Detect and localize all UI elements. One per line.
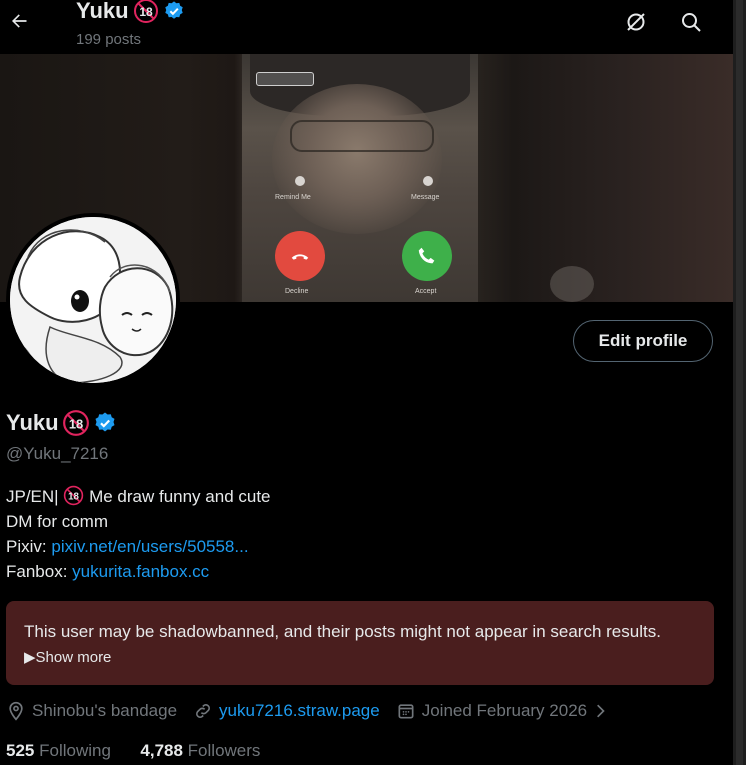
banner-status-pill (256, 72, 314, 86)
warning-text: This user may be shadowbanned, and their… (24, 622, 661, 641)
banner-blur (550, 266, 594, 302)
banner-face (272, 84, 442, 234)
verified-icon[interactable] (93, 411, 117, 435)
followers-count: 4,788 (140, 741, 183, 760)
svg-text:18: 18 (139, 5, 153, 19)
joined-text: Joined February 2026 (421, 701, 588, 720)
fanbox-link[interactable]: yukurita.fanbox.cc (72, 562, 209, 581)
top-bar: Yuku 18 199 posts (0, 0, 733, 54)
bio-line-1: JP/EN| 18 Me draw funny and cute (6, 484, 271, 509)
scrollbar-thumb[interactable] (736, 0, 743, 765)
calendar-icon (398, 704, 414, 719)
pixiv-label: Pixiv: (6, 537, 47, 556)
header-title: Yuku 18 (76, 0, 185, 24)
display-name: Yuku (6, 410, 59, 435)
svg-text:18: 18 (68, 492, 79, 503)
banner-accept-label: Accept (415, 288, 437, 295)
following-label: Following (39, 741, 111, 760)
location-icon (9, 701, 23, 721)
verified-icon (164, 1, 183, 19)
followers-label: Followers (187, 741, 261, 760)
svg-text:18: 18 (68, 416, 82, 431)
location-text: Shinobu's bandage (32, 701, 178, 720)
followers-link[interactable]: 4,788 Followers (140, 741, 260, 760)
edit-profile-button[interactable]: Edit profile (573, 320, 713, 362)
following-link[interactable]: 525 Following (6, 741, 111, 760)
fanbox-label: Fanbox: (6, 562, 68, 581)
bio-prefix: JP/EN| (6, 487, 59, 506)
follow-stats: 525 Following 4,788 Followers (6, 741, 260, 761)
bio-line-2: DM for comm (6, 512, 108, 531)
back-button[interactable] (6, 6, 32, 36)
banner-remind-label: Remind Me (275, 194, 311, 201)
grok-icon (627, 13, 645, 31)
alarm-icon (295, 176, 305, 186)
adult-18-icon: 18 (63, 485, 84, 506)
following-count: 525 (6, 741, 35, 760)
adult-18-icon: 18 (133, 0, 158, 23)
banner-phone-screen: Remind Me Message Decline Accept (242, 54, 478, 302)
banner-glasses (290, 120, 434, 152)
location-item: Shinobu's bandage (6, 701, 177, 721)
back-arrow-icon (12, 14, 27, 28)
joined-item[interactable]: Joined February 2026 (396, 701, 609, 721)
profile-name-row: Yuku 18 (6, 409, 117, 437)
posts-count: 199 posts (76, 31, 142, 48)
banner-decline-label: Decline (285, 288, 309, 295)
profile-meta: Shinobu's bandage yuku7216.straw.page Jo… (6, 701, 625, 721)
bio-line-3: Pixiv: pixiv.net/en/users/50558... (6, 534, 271, 559)
chevron-right-icon (597, 704, 605, 718)
decline-call-icon (275, 231, 325, 281)
avatar-image (10, 217, 176, 383)
search-button[interactable] (677, 8, 705, 36)
grok-button[interactable] (622, 8, 650, 36)
adult-18-icon: 18 (62, 410, 89, 436)
bio-suffix: Me draw funny and cute (89, 487, 271, 506)
website-link[interactable]: yuku7216.straw.page (219, 701, 380, 721)
header-name: Yuku (76, 0, 129, 23)
accept-call-icon (402, 231, 452, 281)
search-icon (682, 13, 701, 32)
website-item: yuku7216.straw.page (193, 701, 380, 721)
shadowban-warning: This user may be shadowbanned, and their… (6, 601, 714, 685)
link-icon (196, 704, 210, 718)
profile-bio: JP/EN| 18 Me draw funny and cute DM for … (6, 484, 271, 584)
bio-line-4: Fanbox: yukurita.fanbox.cc (6, 559, 271, 584)
message-icon (423, 176, 433, 186)
pixiv-link[interactable]: pixiv.net/en/users/50558... (51, 537, 248, 556)
banner-message-label: Message (411, 194, 440, 201)
user-handle: @Yuku_7216 (6, 444, 109, 463)
profile-avatar[interactable] (6, 213, 180, 387)
show-more-button[interactable]: ▶Show more (24, 649, 111, 666)
